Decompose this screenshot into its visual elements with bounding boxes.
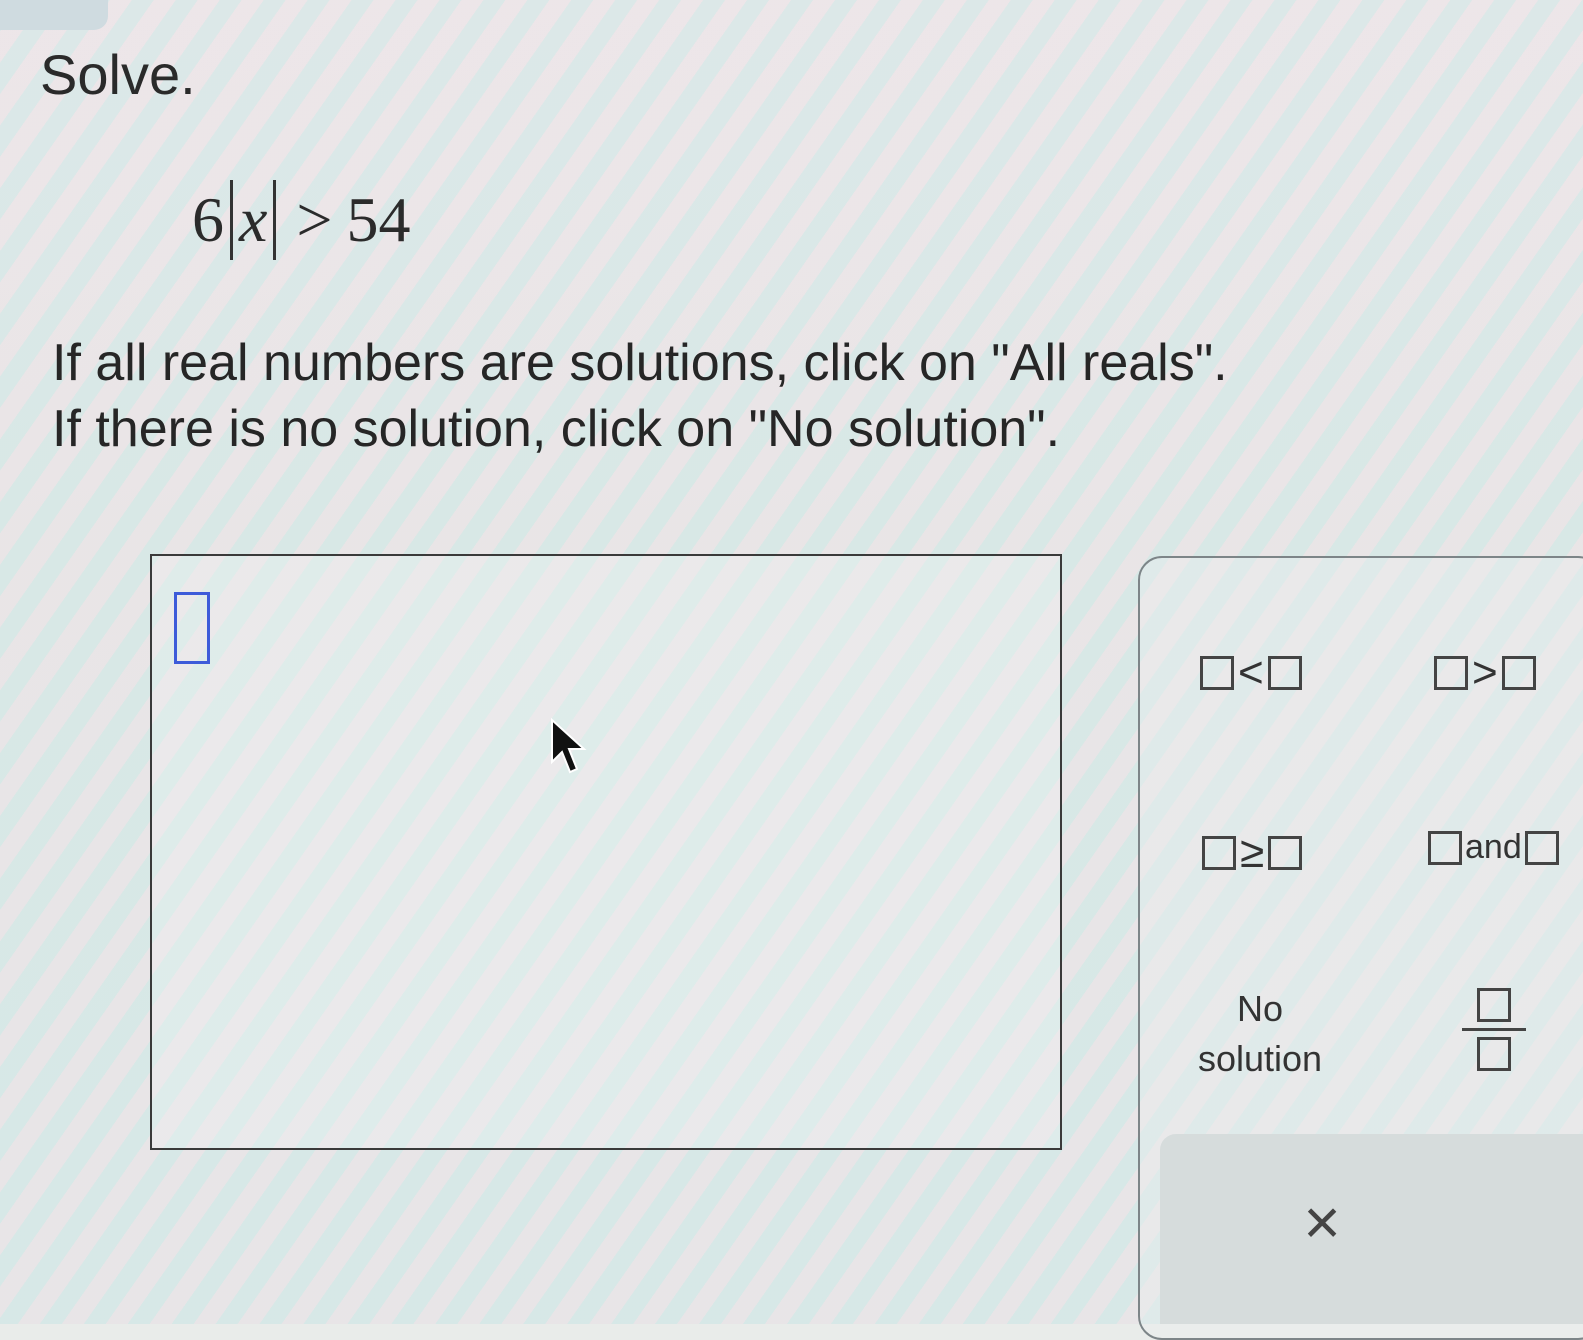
equation-coefficient: 6 — [192, 184, 224, 255]
denominator-box-icon — [1477, 1037, 1511, 1071]
palette-action-bar — [1160, 1134, 1583, 1324]
instruction-all-reals: If all real numbers are solutions, click… — [52, 334, 1228, 392]
clear-button[interactable]: × — [1290, 1190, 1354, 1254]
instructions: If all real numbers are solutions, click… — [52, 330, 1228, 462]
placeholder-box-icon — [1268, 836, 1303, 870]
placeholder-box-icon — [1524, 830, 1559, 865]
answer-input-area[interactable] — [150, 554, 1062, 1150]
no-solution-button[interactable]: No solution — [1180, 984, 1340, 1084]
placeholder-box-icon — [1267, 656, 1302, 690]
placeholder-box-icon — [1501, 656, 1536, 690]
tab-corner — [0, 0, 108, 30]
placeholder-box-icon — [1428, 830, 1462, 865]
fraction-bar — [1462, 1028, 1526, 1031]
numerator-box-icon — [1477, 988, 1511, 1022]
no-solution-label-line1: No — [1236, 988, 1284, 1029]
problem-heading: Solve. — [40, 43, 196, 106]
placeholder-box-icon — [1200, 656, 1234, 690]
close-icon: × — [1303, 1186, 1341, 1258]
equation-relation: > — [296, 184, 333, 255]
absolute-value-left-bar — [230, 180, 233, 260]
mouse-pointer-icon — [551, 718, 587, 774]
answer-slot[interactable] — [174, 592, 210, 664]
operator-symbol: < — [1238, 648, 1264, 697]
greater-than-button[interactable]: > — [1434, 648, 1536, 698]
and-button[interactable]: and — [1428, 828, 1559, 867]
equation-variable: x — [239, 184, 268, 255]
absolute-value-right-bar — [273, 180, 277, 260]
and-label: and — [1465, 828, 1522, 866]
less-than-button[interactable]: < — [1200, 648, 1302, 698]
equation-rhs: 54 — [346, 184, 411, 255]
instruction-no-solution: If there is no solution, click on "No so… — [52, 400, 1061, 458]
no-solution-label-line2: solution — [1197, 1038, 1323, 1079]
placeholder-box-icon — [1202, 836, 1236, 870]
operator-symbol: ≥ — [1240, 828, 1265, 877]
placeholder-box-icon — [1434, 656, 1468, 690]
operator-symbol: > — [1472, 648, 1498, 697]
equation: 6 x > 54 — [192, 180, 411, 260]
greater-equal-button[interactable]: ≥ — [1202, 828, 1303, 878]
fraction-button[interactable] — [1462, 988, 1526, 1071]
